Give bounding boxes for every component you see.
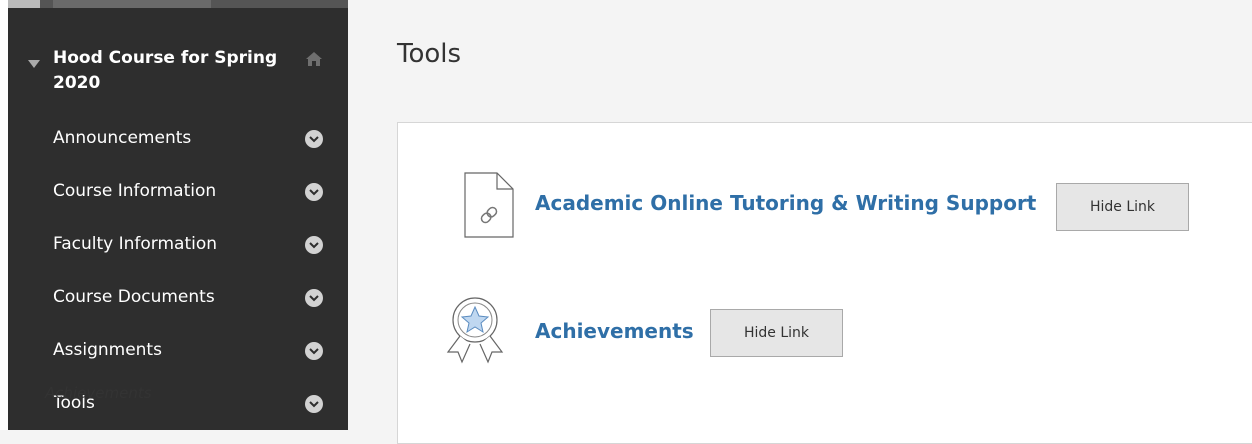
chevron-down-icon[interactable]: [305, 130, 323, 148]
hide-link-button[interactable]: Hide Link: [1056, 183, 1189, 231]
menu-item-faculty-information[interactable]: Faculty Information: [8, 218, 348, 271]
course-title[interactable]: Hood Course for Spring 2020: [53, 46, 308, 96]
chevron-down-icon[interactable]: [305, 289, 323, 307]
achievement-badge-icon: [440, 292, 510, 368]
sidebar-top-segment: [8, 0, 40, 8]
chevron-down-icon[interactable]: [305, 342, 323, 360]
menu-item-label[interactable]: Course Documents: [53, 271, 215, 324]
menu-item-assignments[interactable]: Assignments: [8, 324, 348, 377]
course-menu-list: Announcements Course Information Faculty…: [8, 112, 348, 430]
home-icon[interactable]: [305, 51, 323, 71]
academic-tutoring-link[interactable]: Academic Online Tutoring & Writing Suppo…: [535, 191, 1036, 215]
sidebar-top-segment: [53, 0, 211, 8]
sidebar-top-bar: [8, 0, 348, 8]
link-document-icon: [463, 171, 515, 243]
chevron-down-icon[interactable]: [305, 395, 323, 413]
tools-panel: Academic Online Tutoring & Writing Suppo…: [397, 122, 1252, 444]
menu-item-label[interactable]: Course Information: [53, 165, 216, 218]
menu-item-label[interactable]: Faculty Information: [53, 218, 217, 271]
left-edge-strip: [0, 0, 8, 430]
page-title: Tools: [397, 39, 462, 70]
chevron-down-icon[interactable]: [305, 236, 323, 254]
collapse-triangle-icon[interactable]: [28, 60, 40, 68]
achievements-link[interactable]: Achievements: [535, 319, 694, 343]
menu-item-announcements[interactable]: Announcements: [8, 112, 348, 165]
course-menu-sidebar: Hood Course for Spring 2020 Announcement…: [8, 0, 348, 430]
menu-item-course-information[interactable]: Course Information: [8, 165, 348, 218]
menu-item-label[interactable]: Assignments: [53, 324, 162, 377]
course-header: Hood Course for Spring 2020: [8, 38, 348, 108]
hide-link-button[interactable]: Hide Link: [710, 309, 843, 357]
achievements-caption: Achievements: [45, 384, 152, 402]
menu-item-label[interactable]: Announcements: [53, 112, 191, 165]
chevron-down-icon[interactable]: [305, 183, 323, 201]
menu-item-course-documents[interactable]: Course Documents: [8, 271, 348, 324]
